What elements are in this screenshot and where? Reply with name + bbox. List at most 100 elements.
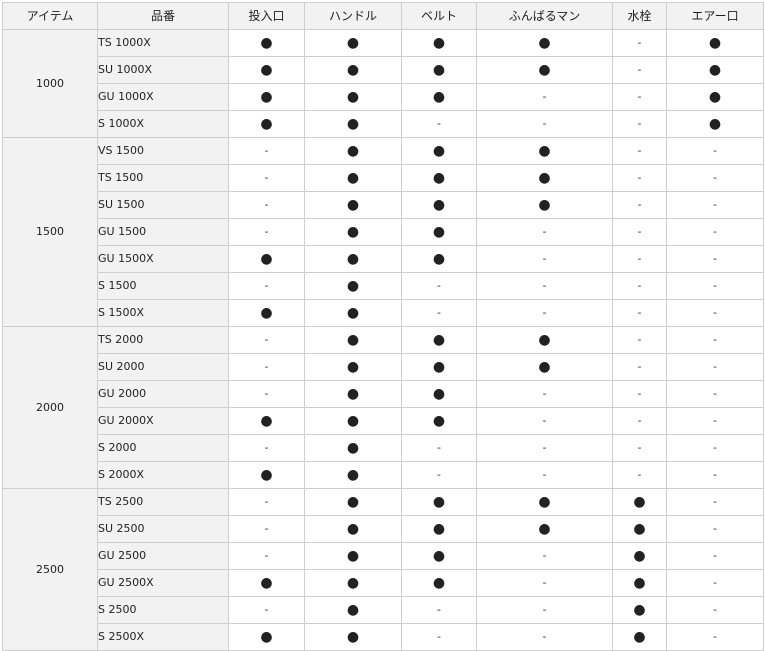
dot-mark-belt: ● xyxy=(401,488,477,516)
model-cell: GU 2500 xyxy=(97,542,229,570)
model-cell: GU 1000X xyxy=(97,83,229,111)
dash-mark-air-port: - xyxy=(666,569,764,597)
dash-mark-inlet: - xyxy=(228,515,305,543)
model-cell: TS 2000 xyxy=(97,326,229,354)
dot-mark-belt: ● xyxy=(401,569,477,597)
table-header: アイテム 品番 投入口 ハンドル ベルト ふんばるマン 水栓 エアー口 xyxy=(2,2,764,30)
dot-mark-faucet: ● xyxy=(612,542,667,570)
model-cell: GU 2000X xyxy=(97,407,229,435)
table-row: GU 2500X ● ● ● - ● - xyxy=(3,569,764,597)
item-cell: 2000 xyxy=(2,326,98,489)
dot-mark-belt: ● xyxy=(401,245,477,273)
dash-mark-faucet: - xyxy=(612,407,667,435)
dash-mark-faucet: - xyxy=(612,353,667,381)
dot-mark-belt: ● xyxy=(401,353,477,381)
dot-mark-handle: ● xyxy=(304,542,402,570)
model-cell: SU 1000X xyxy=(97,56,229,84)
dot-mark-handle: ● xyxy=(304,299,402,327)
table-row: TS 1500- ● ● ● - - xyxy=(3,164,764,192)
table-row: GU 1500- ● ● - - - xyxy=(3,218,764,246)
dash-mark-funbaruman: - xyxy=(476,380,613,408)
dot-mark-handle: ● xyxy=(304,218,402,246)
dot-mark-belt: ● xyxy=(401,137,477,165)
dash-mark-funbaruman: - xyxy=(476,110,613,138)
dot-mark-belt: ● xyxy=(401,542,477,570)
dash-mark-inlet: - xyxy=(228,191,305,219)
dot-mark-handle: ● xyxy=(304,623,402,651)
dash-mark-air-port: - xyxy=(666,191,764,219)
dot-mark-belt: ● xyxy=(401,29,477,57)
table-row: 1000 TS 1000X ● ● ● ● - ● xyxy=(2,29,764,138)
dot-mark-inlet: ● xyxy=(228,83,305,111)
header-funbaruman: ふんばるマン xyxy=(476,2,613,30)
dot-mark-funbaruman: ● xyxy=(476,488,613,516)
model-cell: S 2500X xyxy=(97,623,229,651)
dash-mark-inlet: - xyxy=(228,326,305,354)
dot-mark-inlet: ● xyxy=(228,407,305,435)
model-cell: TS 1500 xyxy=(97,164,229,192)
dot-mark-handle: ● xyxy=(304,569,402,597)
table-body: 1000 TS 1000X ● ● ● ● - ● SU 1000X ● ● ● ● - ● GU 1000X… xyxy=(2,29,764,651)
spec-table: アイテム 品番 投入口 ハンドル ベルト ふんばるマン 水栓 エアー口 1000… xyxy=(2,2,764,651)
dot-mark-handle: ● xyxy=(304,461,402,489)
dot-mark-handle: ● xyxy=(304,407,402,435)
dash-mark-air-port: - xyxy=(666,137,764,165)
dash-mark-funbaruman: - xyxy=(476,434,613,462)
dash-mark-air-port: - xyxy=(666,407,764,435)
item-cell: 1000 xyxy=(2,29,98,138)
dot-mark-inlet: ● xyxy=(228,299,305,327)
dash-mark-inlet: - xyxy=(228,137,305,165)
dot-mark-funbaruman: ● xyxy=(476,137,613,165)
dash-mark-inlet: - xyxy=(228,272,305,300)
dot-mark-faucet: ● xyxy=(612,623,667,651)
dash-mark-funbaruman: - xyxy=(476,272,613,300)
dot-mark-belt: ● xyxy=(401,56,477,84)
dash-mark-faucet: - xyxy=(612,434,667,462)
dot-mark-air-port: ● xyxy=(666,29,764,57)
dash-mark-inlet: - xyxy=(228,488,305,516)
dash-mark-faucet: - xyxy=(612,218,667,246)
dot-mark-belt: ● xyxy=(401,191,477,219)
table-row: SU 2000- ● ● ● - - xyxy=(3,353,764,381)
dash-mark-faucet: - xyxy=(612,191,667,219)
dash-mark-faucet: - xyxy=(612,245,667,273)
model-cell: SU 1500 xyxy=(97,191,229,219)
dash-mark-belt: - xyxy=(401,596,477,624)
dot-mark-belt: ● xyxy=(401,218,477,246)
table-row: GU 2000- ● ● - - - xyxy=(3,380,764,408)
dash-mark-funbaruman: - xyxy=(476,569,613,597)
dot-mark-inlet: ● xyxy=(228,569,305,597)
table-row: SU 1000X ● ● ● ● - ● xyxy=(3,56,764,84)
table-row: 2000 TS 2000- ● ● ● - - xyxy=(2,326,764,489)
dash-mark-belt: - xyxy=(401,623,477,651)
dash-mark-air-port: - xyxy=(666,623,764,651)
header-item: アイテム xyxy=(2,2,98,30)
dash-mark-air-port: - xyxy=(666,596,764,624)
dot-mark-inlet: ● xyxy=(228,623,305,651)
dash-mark-belt: - xyxy=(401,272,477,300)
dot-mark-handle: ● xyxy=(304,380,402,408)
dot-mark-handle: ● xyxy=(304,191,402,219)
table-row: S 1500X ● ● - - - - xyxy=(3,299,764,327)
header-inlet: 投入口 xyxy=(228,2,305,30)
table-row: GU 1000X ● ● ● - - ● xyxy=(3,83,764,111)
dot-mark-funbaruman: ● xyxy=(476,29,613,57)
dot-mark-belt: ● xyxy=(401,515,477,543)
dot-mark-inlet: ● xyxy=(228,245,305,273)
dot-mark-belt: ● xyxy=(401,407,477,435)
dash-mark-inlet: - xyxy=(228,434,305,462)
dash-mark-funbaruman: - xyxy=(476,596,613,624)
table-row: GU 2000X ● ● ● - - - xyxy=(3,407,764,435)
table-row: S 2500- ● - - ● - xyxy=(3,596,764,624)
dot-mark-air-port: ● xyxy=(666,110,764,138)
dot-mark-faucet: ● xyxy=(612,515,667,543)
dot-mark-handle: ● xyxy=(304,83,402,111)
item-cell: 2500 xyxy=(2,488,98,651)
dash-mark-air-port: - xyxy=(666,515,764,543)
dash-mark-inlet: - xyxy=(228,380,305,408)
dash-mark-air-port: - xyxy=(666,218,764,246)
dash-mark-funbaruman: - xyxy=(476,245,613,273)
model-cell: S 2000X xyxy=(97,461,229,489)
dash-mark-funbaruman: - xyxy=(476,461,613,489)
model-cell: TS 1000X xyxy=(97,29,229,57)
